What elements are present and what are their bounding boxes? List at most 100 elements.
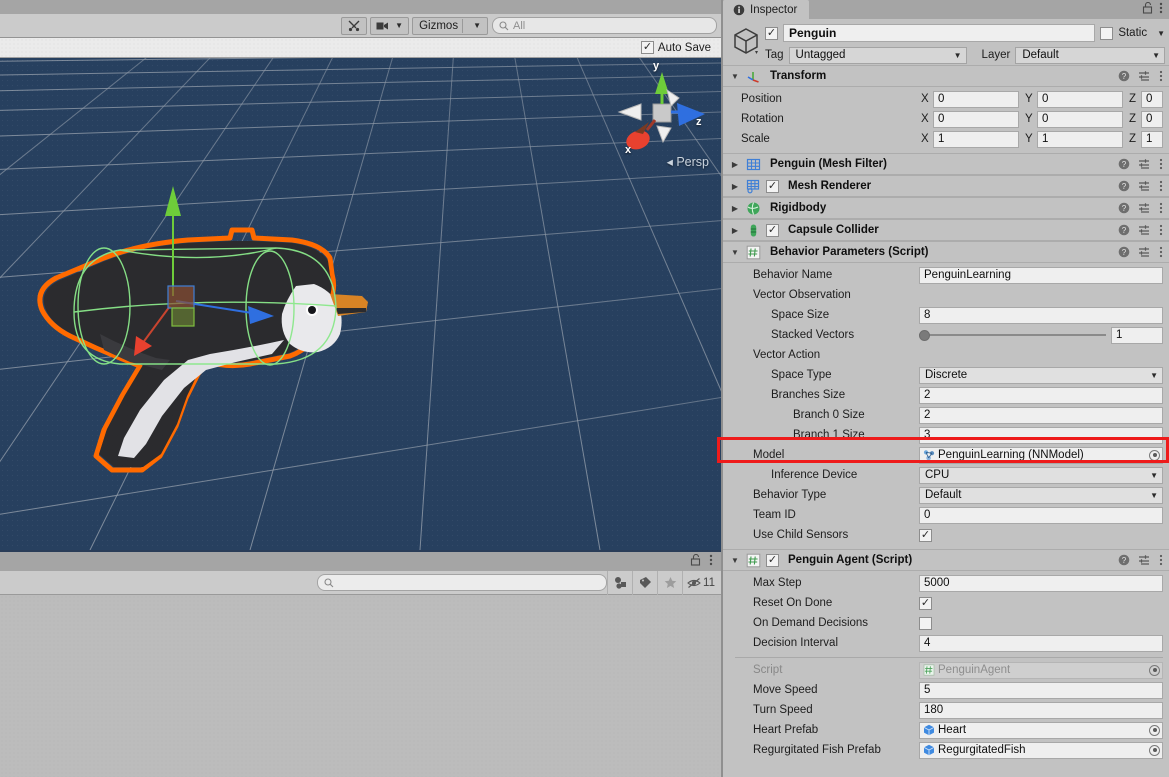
foldout-expanded-icon[interactable]: ▼ [729,72,741,81]
help-icon[interactable]: ? [1118,246,1130,258]
foldout-collapsed-icon[interactable]: ▶ [729,182,741,191]
layer-dropdown[interactable]: Default ▼ [1015,46,1165,64]
filter-by-type-icon[interactable] [607,570,632,595]
favorites-star-icon[interactable] [657,570,682,595]
kebab-menu-icon[interactable] [1159,246,1163,258]
text-input[interactable]: 2 [919,386,1163,404]
object-reference-field[interactable]: RegurgitatedFish [919,741,1163,759]
help-icon[interactable]: ? [1118,224,1130,236]
object-picker-icon[interactable] [1149,724,1160,736]
kebab-menu-icon[interactable] [1159,180,1163,192]
scene-search-input[interactable]: All [492,17,717,34]
foldout-collapsed-icon[interactable]: ▶ [729,160,741,169]
vector3-input-x[interactable]: 0 [933,110,1019,128]
kebab-menu-icon[interactable] [1159,70,1163,82]
slider-knob[interactable] [919,329,930,341]
lock-icon[interactable] [690,553,701,569]
preset-icon[interactable] [1138,554,1151,566]
property-checkbox[interactable] [919,616,932,630]
vector3-input-y[interactable]: 0 [1037,110,1123,128]
gameobject-name-input[interactable]: Penguin [783,24,1096,42]
static-checkbox[interactable] [1100,26,1114,40]
foldout-collapsed-icon[interactable]: ▶ [729,226,741,235]
vector3-input-y[interactable]: 1 [1037,130,1123,148]
kebab-menu-icon[interactable] [1159,158,1163,170]
kebab-menu-icon[interactable] [1159,224,1163,236]
tag-dropdown[interactable]: Untagged ▼ [788,46,967,64]
vector3-input-y[interactable]: 0 [1037,90,1123,108]
object-picker-icon[interactable] [1149,449,1160,461]
cube-icon[interactable] [729,24,763,58]
foldout-expanded-icon[interactable]: ▼ [729,556,741,565]
filter-by-label-icon[interactable] [632,570,657,595]
slider-control[interactable] [919,327,1106,344]
component-enabled-checkbox[interactable]: ✓ [766,179,779,193]
text-input[interactable]: 2 [919,406,1163,424]
preset-icon[interactable] [1138,70,1151,82]
preset-icon[interactable] [1138,180,1151,192]
text-input[interactable]: 4 [919,634,1163,652]
kebab-menu-icon[interactable] [1159,202,1163,214]
rigidbody-component-header[interactable]: ▶ Rigidbody? [723,197,1169,219]
tab-inspector[interactable]: Inspector [723,0,810,19]
tag-label: Tag [765,49,784,61]
property-checkbox[interactable]: ✓ [919,596,932,610]
object-reference-field[interactable]: PenguinLearning (NNModel) [919,446,1163,464]
penguin-agent-component-header[interactable]: ▼ ✓ Penguin Agent (Script)? [723,549,1169,571]
gizmos-button[interactable]: Gizmos ▼ [412,16,488,35]
capsule-collider-component-header[interactable]: ▶ ✓ Capsule Collider? [723,219,1169,241]
hidden-objects-counter[interactable]: 11 [682,570,721,595]
help-icon[interactable]: ? [1118,180,1130,192]
help-icon[interactable]: ? [1118,158,1130,170]
perspective-toggle[interactable]: ◂ Persp [667,154,709,169]
vector3-input-x[interactable]: 1 [933,130,1019,148]
dropdown-field[interactable]: CPU ▼ [919,466,1163,484]
scene-camera-icon[interactable]: ▼ [370,16,410,35]
foldout-expanded-icon[interactable]: ▼ [729,248,741,257]
text-input[interactable]: 180 [919,701,1163,719]
text-input[interactable]: 5000 [919,574,1163,592]
vector3-input-z[interactable]: 1 [1141,130,1163,148]
text-input[interactable]: 8 [919,306,1163,324]
help-icon[interactable]: ? [1118,202,1130,214]
kebab-menu-icon[interactable] [1159,554,1163,566]
dropdown-field[interactable]: Default ▼ [919,486,1163,504]
vector3-input-z[interactable]: 0 [1141,110,1163,128]
text-input[interactable]: PenguinLearning [919,266,1163,284]
tools-icon[interactable] [341,16,368,35]
component-enabled-checkbox[interactable]: ✓ [766,223,779,237]
text-input[interactable]: 0 [919,506,1163,524]
project-search-input[interactable] [317,574,608,591]
project-browser-body[interactable] [0,595,721,777]
preset-icon[interactable] [1138,246,1151,258]
static-dropdown[interactable]: Static ▼ [1118,27,1165,39]
help-icon[interactable]: ? [1118,554,1130,566]
foldout-collapsed-icon[interactable]: ▶ [729,204,741,213]
object-picker-icon[interactable] [1149,744,1160,756]
transform-component-header[interactable]: ▼ Transform? [723,65,1169,87]
preset-icon[interactable] [1138,158,1151,170]
preset-icon[interactable] [1138,224,1151,236]
text-input[interactable]: 5 [919,681,1163,699]
preset-icon[interactable] [1138,202,1151,214]
kebab-menu-icon[interactable] [1159,2,1163,17]
component-enabled-checkbox[interactable]: ✓ [766,553,779,567]
gameobject-enabled-checkbox[interactable]: ✓ [765,26,778,40]
object-reference-field[interactable]: Heart [919,721,1163,739]
lock-icon[interactable] [1142,1,1153,17]
kebab-menu-icon[interactable] [709,554,713,569]
dropdown-field[interactable]: Discrete ▼ [919,366,1163,384]
property-checkbox[interactable]: ✓ [919,528,932,542]
auto-save-checkbox[interactable]: ✓ [640,41,654,54]
scene-viewport[interactable]: y z x ◂ Persp [0,58,721,550]
object-picker-icon[interactable] [1149,664,1160,676]
text-input[interactable]: 3 [919,426,1163,444]
mesh-renderer-component-header[interactable]: ▶ ✓ Mesh Renderer? [723,175,1169,197]
vector3-input-z[interactable]: 0 [1141,90,1163,108]
mesh-filter-component-header[interactable]: ▶ Penguin (Mesh Filter)? [723,153,1169,175]
object-reference-field[interactable]: PenguinAgent [919,661,1163,679]
vector3-input-x[interactable]: 0 [933,90,1019,108]
behavior-parameters-component-header[interactable]: ▼ Behavior Parameters (Script)? [723,241,1169,263]
slider-value-input[interactable]: 1 [1111,326,1163,344]
help-icon[interactable]: ? [1118,70,1130,82]
